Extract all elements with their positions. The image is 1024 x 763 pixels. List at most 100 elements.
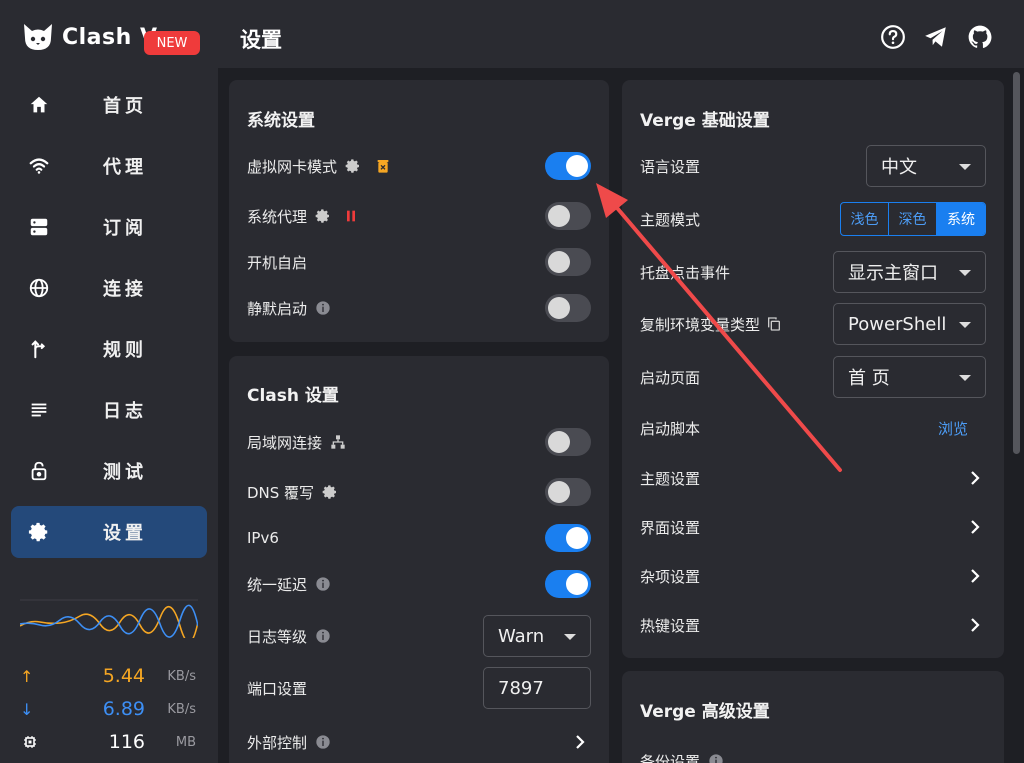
sidebar-item-label: 日志 [103,401,147,422]
sidebar-item-home[interactable]: 首页 [11,79,207,131]
theme-settings-row[interactable]: 主题设置 [622,456,1004,500]
language-select[interactable]: 中文 [866,145,986,187]
sidebar-item-settings[interactable]: 设置 [11,506,207,558]
info-icon[interactable] [315,734,331,750]
sidebar-item-rules[interactable]: 规则 [11,323,207,375]
server-icon [30,218,48,236]
tray-click-row: 托盘点击事件 显示主窗口 [622,250,1004,294]
memory-chip-icon [24,736,36,748]
download-value: 6.89 [102,698,145,720]
ipv6-label: IPv6 [247,529,279,547]
theme-mode-label: 主题模式 [640,210,701,229]
sidebar-item-logs[interactable]: 日志 [11,384,207,436]
telegram-icon[interactable] [923,24,949,50]
auto-launch-row: 开机自启 [229,240,609,284]
ui-settings-label: 界面设置 [640,518,701,537]
language-value: 中文 [881,157,917,178]
sidebar-item-label: 设置 [103,523,147,544]
uninstall-service-icon[interactable] [375,158,391,174]
start-page-value: 首 页 [848,368,890,389]
unified-delay-label: 统一延迟 [247,575,308,594]
list-icon [31,403,47,417]
allow-lan-row: 局域网连接 [229,420,609,464]
upload-value: 5.44 [102,665,145,687]
browse-link[interactable]: 浏览 [938,418,968,439]
misc-settings-row[interactable]: 杂项设置 [622,554,1004,598]
auto-launch-label: 开机自启 [247,253,308,272]
port-input[interactable]: 7897 [483,667,591,709]
card-title: Verge 高级设置 [640,702,770,722]
theme-light-option[interactable]: 浅色 [841,203,889,235]
download-unit: KB/s [167,701,196,717]
page-header: 设置 [218,0,1024,68]
silent-start-toggle[interactable] [545,294,591,322]
verge-basic-card: Verge 基础设置 语言设置 中文 主题模式 浅色 深色 系统 托盘点击事件 … [622,80,1004,658]
ipv6-row: IPv6 [229,516,609,560]
hotkey-settings-row[interactable]: 热键设置 [622,603,1004,647]
theme-settings-label: 主题设置 [640,469,701,488]
ipv6-toggle[interactable] [545,524,591,552]
dns-override-toggle[interactable] [545,478,591,506]
info-icon[interactable] [315,300,331,316]
system-proxy-toggle[interactable] [545,202,591,230]
tray-click-select[interactable]: 显示主窗口 [833,251,986,293]
sidebar-item-subscription[interactable]: 订阅 [11,201,207,253]
silent-start-label: 静默启动 [247,299,308,318]
sidebar-item-label: 规则 [103,340,147,361]
system-proxy-label: 系统代理 [247,207,308,226]
auto-launch-toggle[interactable] [545,248,591,276]
copy-icon[interactable] [766,316,782,332]
github-icon[interactable] [967,24,993,50]
home-icon [30,96,48,113]
wifi-icon [29,158,49,174]
info-icon[interactable] [315,576,331,592]
tun-mode-toggle[interactable] [545,152,591,180]
sidebar-item-connections[interactable]: 连接 [11,262,207,314]
backup-row[interactable]: 备份设置 [622,739,1004,763]
download-arrow-icon: ↓ [20,699,34,719]
sidebar-item-proxy[interactable]: 代理 [11,140,207,192]
theme-dark-option[interactable]: 深色 [889,203,937,235]
info-icon[interactable] [315,628,331,644]
start-page-row: 启动页面 首 页 [622,355,1004,399]
port-row: 端口设置 7897 [229,666,609,710]
memory-usage: 116 MB [20,729,198,755]
sidebar-item-label: 首页 [103,96,147,117]
globe-icon [29,278,49,298]
copy-env-select[interactable]: PowerShell [833,303,986,345]
theme-system-option[interactable]: 系统 [937,203,985,235]
upload-arrow-icon: ↑ [20,666,34,686]
ui-settings-row[interactable]: 界面设置 [622,505,1004,549]
help-icon[interactable] [880,24,906,50]
dns-settings-gear-icon[interactable] [322,484,338,500]
theme-mode-row: 主题模式 浅色 深色 系统 [622,197,1004,241]
memory-unit: MB [175,734,196,750]
chevron-right-icon [971,471,980,485]
theme-mode-segmented: 浅色 深色 系统 [840,202,986,236]
chevron-right-icon [971,618,980,632]
system-proxy-gear-icon[interactable] [315,208,331,224]
log-level-label: 日志等级 [247,627,308,646]
sidebar-nav: 首页 代理 订阅 连接 规则 日志 测试 设置 [11,79,207,567]
external-control-label: 外部控制 [247,733,308,752]
start-page-select[interactable]: 首 页 [833,356,986,398]
caret-down-icon [564,634,576,640]
sidebar-item-test[interactable]: 测试 [11,445,207,497]
card-title: Verge 基础设置 [640,111,770,131]
log-level-select[interactable]: Warn [483,615,591,657]
allow-lan-toggle[interactable] [545,428,591,456]
tun-settings-gear-icon[interactable] [345,158,361,174]
chevron-right-icon [971,569,980,583]
dns-override-row: DNS 覆写 [229,470,609,514]
dns-override-label: DNS 覆写 [247,483,315,502]
copy-env-value: PowerShell [848,313,947,335]
scrollbar[interactable] [1013,72,1020,454]
network-icon[interactable] [330,434,346,450]
info-icon[interactable] [708,753,724,763]
system-settings-card: 系统设置 虚拟网卡模式 系统代理 开机自启 静默启动 [229,80,609,342]
upload-speed: ↑ 5.44 KB/s [20,663,198,689]
log-level-value: Warn [498,625,545,647]
external-control-row[interactable]: 外部控制 [229,720,609,763]
unified-delay-toggle[interactable] [545,570,591,598]
tray-click-label: 托盘点击事件 [640,263,731,282]
